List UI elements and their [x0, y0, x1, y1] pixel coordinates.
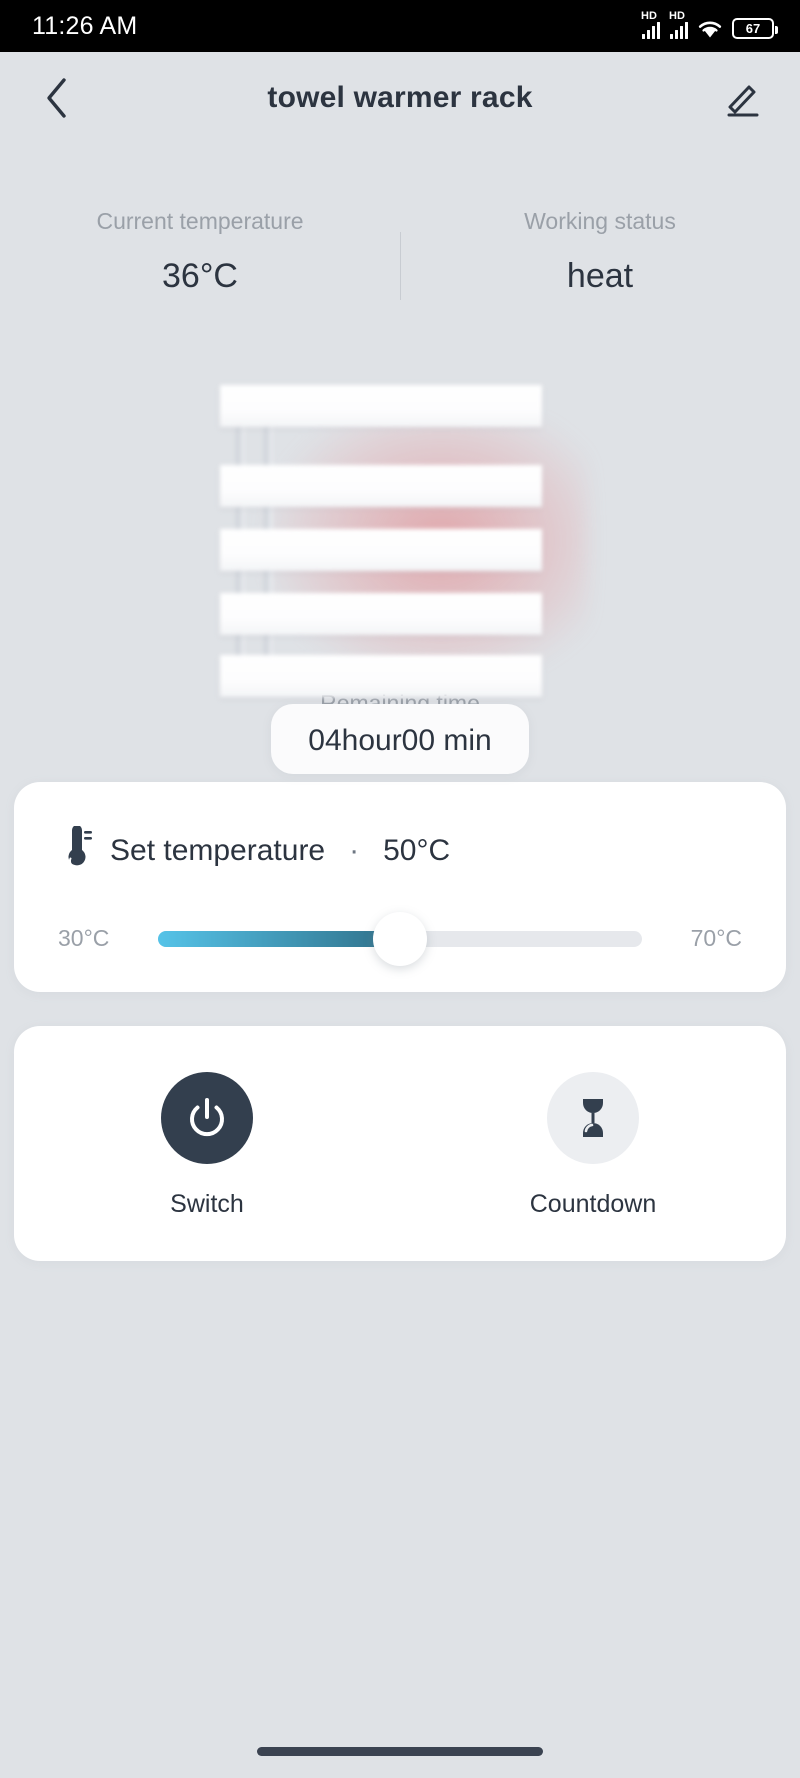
- countdown-button[interactable]: [547, 1072, 639, 1164]
- set-temperature-row: Set temperature · 50°C: [58, 825, 742, 875]
- thermometer-icon: [58, 825, 92, 875]
- set-temperature-value: 50°C: [383, 833, 451, 867]
- set-temperature-label: Set temperature: [110, 833, 326, 867]
- temperature-slider[interactable]: [158, 911, 642, 966]
- remaining-time-toast-text: 04hour00 min: [308, 724, 492, 757]
- rack-bar: [220, 385, 542, 427]
- current-temperature-value: 36°C: [162, 257, 238, 295]
- page-header: towel warmer rack: [0, 52, 800, 144]
- rack-bar: [220, 529, 542, 571]
- device-actions-card: Switch Countdown: [14, 1026, 786, 1261]
- battery-icon: 67: [732, 18, 778, 39]
- countdown-label: Countdown: [529, 1190, 657, 1218]
- slider-thumb[interactable]: [373, 911, 427, 966]
- status-bar: 11:26 AM HD HD 67: [0, 0, 800, 52]
- back-button[interactable]: [34, 75, 80, 121]
- edit-button[interactable]: [720, 75, 766, 121]
- rack-bar: [220, 655, 542, 697]
- pencil-edit-icon: [727, 85, 759, 117]
- rack-bar: [220, 465, 542, 507]
- device-stats: Current temperature 36°C Working status …: [0, 208, 800, 328]
- wifi-icon: [697, 17, 723, 39]
- cellular-signal-2-icon: HD: [669, 10, 688, 39]
- switch-label: Switch: [170, 1190, 244, 1218]
- hd-label-1: HD: [641, 10, 657, 22]
- switch-action[interactable]: Switch: [14, 1072, 400, 1219]
- slider-max-label: 70°C: [690, 925, 742, 951]
- temperature-slider-row: 30°C 70°C: [58, 911, 742, 966]
- status-bar-clock: 11:26 AM: [32, 11, 138, 40]
- switch-button[interactable]: [161, 1072, 253, 1164]
- working-status-value: heat: [566, 257, 634, 295]
- current-temperature-label: Current temperature: [96, 208, 304, 234]
- stat-current-temperature: Current temperature 36°C: [0, 208, 400, 328]
- slider-min-label: 30°C: [58, 925, 110, 951]
- battery-level-label: 67: [745, 21, 761, 36]
- device-illustration-area: Remaining time 04hour00 min: [0, 338, 800, 774]
- home-indicator[interactable]: [257, 1747, 543, 1756]
- stats-divider: [400, 232, 401, 300]
- working-status-label: Working status: [524, 208, 676, 234]
- hd-label-2: HD: [669, 10, 685, 22]
- stat-working-status: Working status heat: [400, 208, 800, 328]
- set-temperature-separator: ·: [349, 833, 360, 867]
- set-temperature-card: Set temperature · 50°C 30°C 70°C: [14, 782, 786, 992]
- towel-warmer-rack-illustration: [220, 383, 588, 713]
- rack-bar: [220, 593, 542, 635]
- cellular-signal-1-icon: HD: [641, 10, 660, 39]
- remaining-time-toast: 04hour00 min: [271, 704, 529, 774]
- hourglass-icon: [583, 1099, 603, 1137]
- power-icon: [190, 1098, 224, 1137]
- status-bar-indicators: HD HD 67: [641, 10, 778, 39]
- chevron-left-icon: [47, 78, 66, 118]
- page-title: towel warmer rack: [267, 81, 533, 114]
- countdown-action[interactable]: Countdown: [400, 1072, 786, 1219]
- slider-fill: [158, 930, 400, 947]
